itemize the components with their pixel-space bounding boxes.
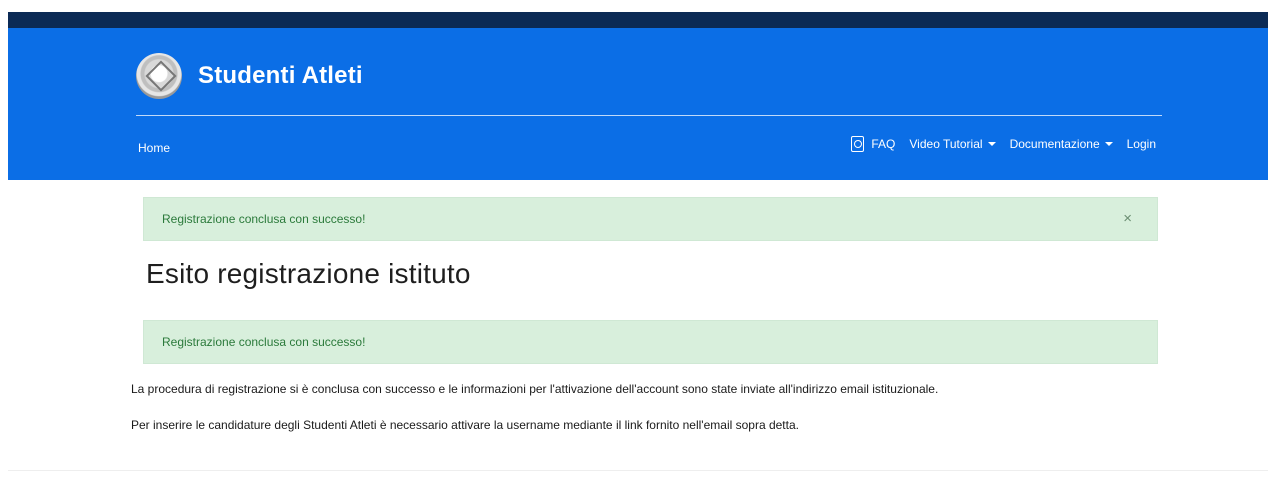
caret-down-icon — [1104, 142, 1113, 146]
bottom-divider — [8, 470, 1268, 471]
success-alert-mid: Registrazione conclusa con successo! — [143, 320, 1158, 364]
caret-down-icon — [987, 142, 996, 146]
top-dark-strip — [8, 12, 1268, 28]
success-alert-text: Registrazione conclusa con successo! — [162, 335, 366, 349]
pdf-icon — [851, 136, 865, 152]
top-whitespace — [0, 0, 1276, 12]
nav-faq[interactable]: FAQ — [851, 136, 895, 152]
nav-video-tutorial-label: Video Tutorial — [909, 137, 983, 151]
info-paragraph-2: Per inserire le candidature degli Studen… — [131, 418, 799, 432]
nav-right: FAQ Video Tutorial Documentazione Login — [851, 136, 1156, 152]
nav-home[interactable]: Home — [138, 141, 170, 155]
republic-emblem-icon — [136, 53, 182, 99]
nav-login[interactable]: Login — [1127, 137, 1156, 151]
header-divider — [136, 115, 1162, 116]
info-paragraph-1: La procedura di registrazione si è concl… — [131, 382, 939, 396]
success-alert-top: Registrazione conclusa con successo! × — [143, 197, 1158, 241]
nav-video-tutorial[interactable]: Video Tutorial — [909, 137, 996, 151]
site-header: Studenti Atleti Home FAQ Video Tutorial … — [8, 28, 1268, 180]
brand-title: Studenti Atleti — [198, 62, 363, 89]
nav-documentazione[interactable]: Documentazione — [1010, 137, 1113, 151]
nav-faq-label: FAQ — [871, 137, 896, 151]
page-title: Esito registrazione istituto — [146, 258, 471, 289]
nav-login-label: Login — [1126, 137, 1156, 151]
success-alert-text: Registrazione conclusa con successo! — [162, 212, 366, 226]
close-icon[interactable]: × — [1123, 211, 1132, 226]
brand[interactable]: Studenti Atleti — [136, 48, 363, 104]
nav-documentazione-label: Documentazione — [1009, 137, 1100, 151]
